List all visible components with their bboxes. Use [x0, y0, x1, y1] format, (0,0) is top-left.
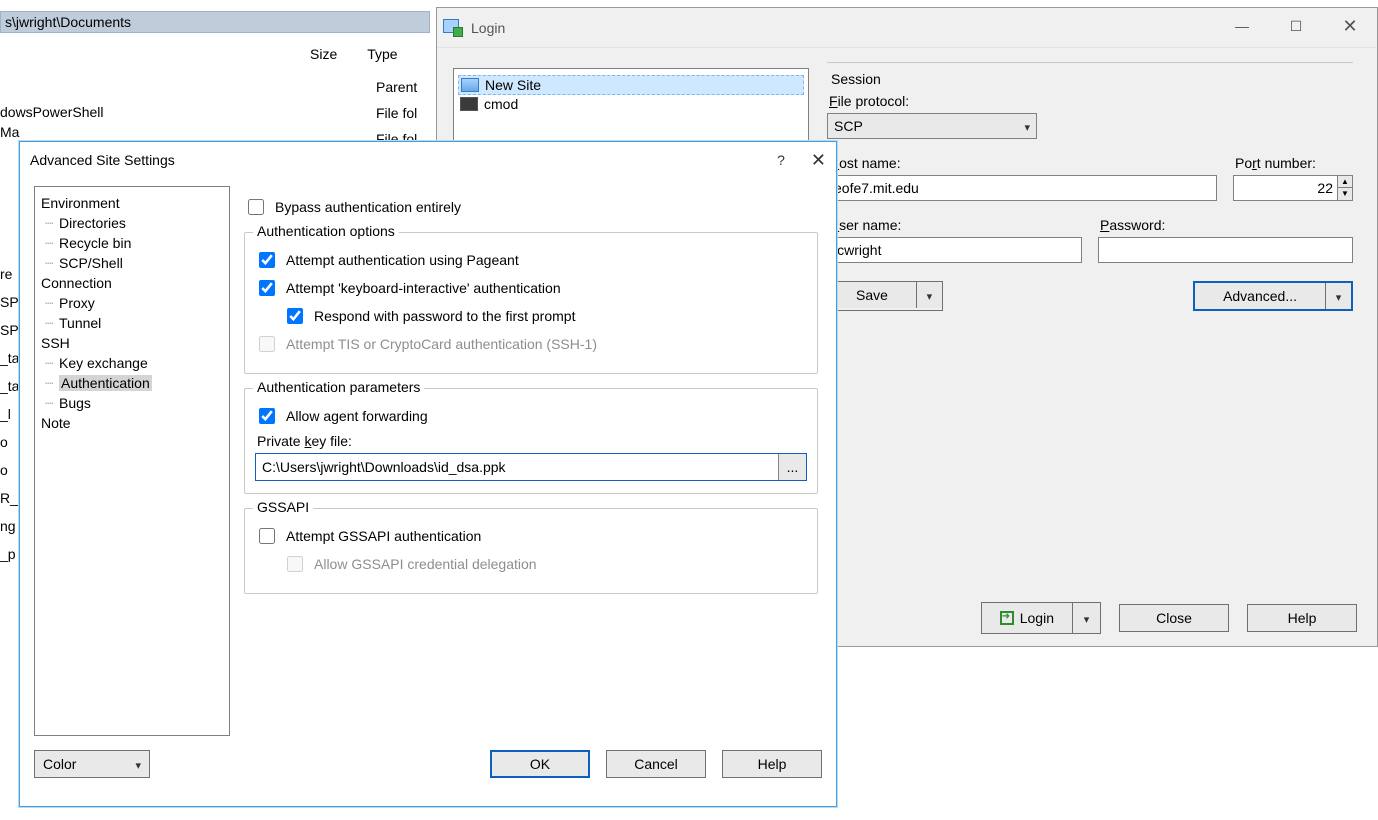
chevron-down-icon	[1024, 118, 1030, 134]
help-question-button[interactable]: ?	[777, 152, 785, 168]
auth-options-group: Authentication options Attempt authentic…	[244, 232, 818, 374]
chevron-down-icon	[927, 287, 933, 303]
help-button[interactable]: Help	[722, 750, 822, 778]
port-input[interactable]	[1234, 176, 1337, 200]
pageant-checkbox[interactable]: Attempt authentication using Pageant	[255, 249, 807, 271]
tree-authentication[interactable]: Authentication	[39, 373, 225, 393]
tree-key-exchange[interactable]: Key exchange	[39, 353, 225, 373]
tree-bugs[interactable]: Bugs	[39, 393, 225, 413]
private-key-file-row: ...	[255, 453, 807, 481]
file-protocol-label: File protocol:	[829, 93, 1353, 109]
gssapi-attempt-checkbox[interactable]: Attempt GSSAPI authentication	[255, 525, 807, 547]
tree-proxy[interactable]: Proxy	[39, 293, 225, 313]
computer-icon	[460, 97, 478, 111]
login-titlebar[interactable]: Login — ☐ ✕	[437, 8, 1377, 48]
login-title: Login	[471, 20, 505, 36]
gssapi-group: GSSAPI Attempt GSSAPI authentication All…	[244, 508, 818, 594]
save-dropdown-arrow[interactable]	[916, 282, 942, 308]
advanced-button[interactable]: Advanced...	[1193, 281, 1353, 311]
host-input[interactable]	[827, 175, 1217, 201]
tree-tunnel[interactable]: Tunnel	[39, 313, 225, 333]
respond-password-checkbox[interactable]: Respond with password to the first promp…	[283, 305, 807, 327]
private-key-file-label: Private key file:	[257, 433, 807, 449]
port-spinner[interactable]: ▲▼	[1337, 176, 1352, 200]
computer-icon	[461, 78, 479, 92]
color-dropdown[interactable]: Color	[34, 750, 150, 778]
winscp-icon	[443, 19, 463, 37]
maximize-button[interactable]: ☐	[1269, 8, 1323, 44]
tis-checkbox: Attempt TIS or CryptoCard authentication…	[255, 333, 807, 355]
login-split-button[interactable]: Login	[981, 602, 1101, 634]
private-key-file-input[interactable]	[256, 454, 778, 480]
login-dropdown-arrow[interactable]	[1072, 603, 1100, 633]
column-size: Size	[310, 46, 337, 70]
ok-button[interactable]: OK	[490, 750, 590, 778]
close-button[interactable]: Close	[1119, 604, 1229, 632]
bypass-auth-checkbox[interactable]: Bypass authentication entirely	[244, 196, 818, 218]
settings-panel-authentication: Bypass authentication entirely Authentic…	[240, 186, 822, 736]
advanced-titlebar[interactable]: Advanced Site Settings ? ✕	[20, 142, 836, 178]
chevron-down-icon	[1336, 288, 1342, 304]
settings-tree[interactable]: Environment Directories Recycle bin SCP/…	[34, 186, 230, 736]
tree-environment[interactable]: Environment	[39, 193, 225, 213]
agent-forwarding-checkbox[interactable]: Allow agent forwarding	[255, 405, 807, 427]
help-button[interactable]: Help	[1247, 604, 1357, 632]
minimize-button[interactable]: —	[1215, 8, 1269, 44]
user-label: User name:	[829, 217, 1082, 233]
keyboard-interactive-checkbox[interactable]: Attempt 'keyboard-interactive' authentic…	[255, 277, 807, 299]
tree-note[interactable]: Note	[39, 413, 225, 433]
password-input[interactable]	[1098, 237, 1353, 263]
browse-key-button[interactable]: ...	[778, 454, 806, 480]
chevron-down-icon	[135, 756, 141, 772]
explorer-column-headers: Size Type	[0, 46, 430, 70]
explorer-file-cells: dowsPowerShell Ma	[0, 70, 430, 142]
close-window-button[interactable]: ✕	[1323, 8, 1377, 44]
username-input[interactable]	[827, 237, 1082, 263]
tree-connection[interactable]: Connection	[39, 273, 225, 293]
session-group: Session File protocol: SCP Host name: Po…	[827, 62, 1353, 319]
close-icon[interactable]: ✕	[811, 150, 826, 171]
auth-params-group: Authentication parameters Allow agent fo…	[244, 388, 818, 494]
tree-recycle-bin[interactable]: Recycle bin	[39, 233, 225, 253]
chevron-down-icon	[1084, 610, 1090, 626]
cancel-button[interactable]: Cancel	[606, 750, 706, 778]
site-item-cmod[interactable]: cmod	[458, 95, 804, 113]
explorer-path-text: s\jwright\Documents	[5, 14, 131, 30]
login-arrow-icon	[1000, 611, 1014, 625]
column-type: Type	[367, 46, 397, 70]
login-button-label: Login	[1020, 610, 1054, 626]
host-label: Host name:	[829, 155, 1217, 171]
advanced-title: Advanced Site Settings	[30, 152, 175, 168]
gssapi-delegation-checkbox: Allow GSSAPI credential delegation	[283, 553, 807, 575]
tree-ssh[interactable]: SSH	[39, 333, 225, 353]
site-item-label: New Site	[485, 77, 541, 93]
site-item-new-site[interactable]: New Site	[458, 75, 804, 95]
session-legend: Session	[827, 71, 885, 87]
port-label: Port number:	[1235, 155, 1353, 171]
site-item-label: cmod	[484, 96, 518, 112]
tree-scp-shell[interactable]: SCP/Shell	[39, 253, 225, 273]
tree-directories[interactable]: Directories	[39, 213, 225, 233]
password-label: Password:	[1100, 217, 1353, 233]
advanced-settings-window: Advanced Site Settings ? ✕ Environment D…	[19, 141, 837, 807]
advanced-dropdown-arrow[interactable]	[1325, 283, 1351, 309]
explorer-path-bar: s\jwright\Documents	[0, 11, 430, 33]
file-protocol-select[interactable]: SCP	[827, 113, 1037, 139]
save-button[interactable]: Save	[827, 281, 943, 311]
